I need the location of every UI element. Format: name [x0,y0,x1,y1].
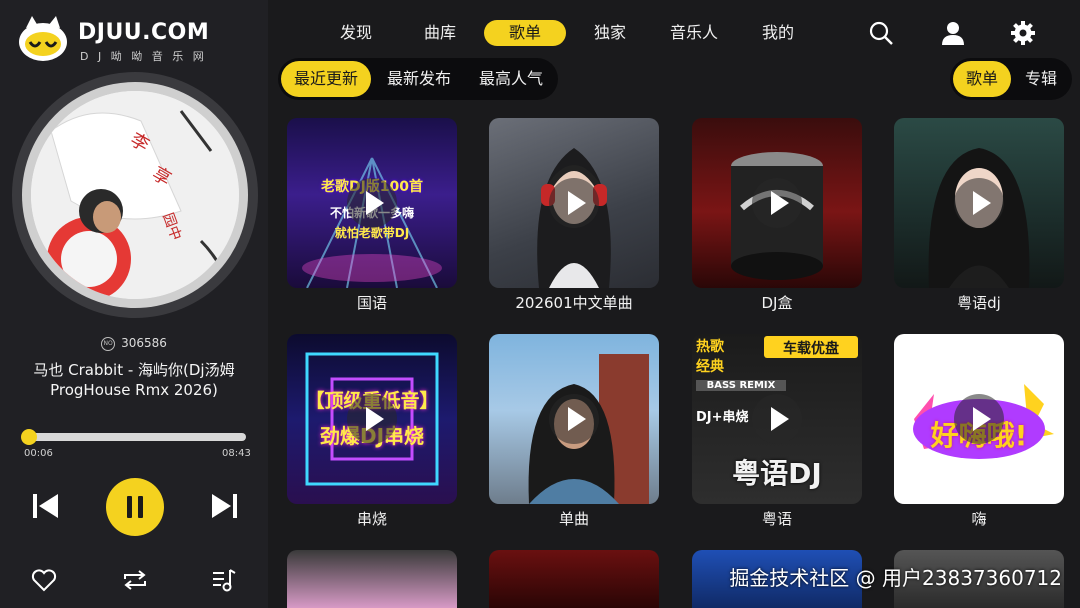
pause-button[interactable] [106,478,164,536]
playlist-title: 粤语 [761,510,792,528]
pause-icon [127,496,143,518]
playlist-cover [489,118,659,288]
album-cover: 李 享 园中 [31,91,239,299]
play-icon[interactable] [347,394,397,444]
repeat-icon[interactable] [120,566,150,594]
play-count-icon: NO [101,336,116,351]
playlist-cover-partial[interactable] [489,550,659,608]
disc-ring: 李 享 园中 [22,82,248,308]
watermark: 掘金技术社区 @ 用户2383736071​2 [729,566,1062,590]
playlist-cover: 老歌DJ版100首 不怕新歌一多嗨 就怕老歌带DJ [287,118,457,288]
playlist-cover: 热歌 经典 车载优盘 BASS REMIX DJ+串烧 粤语DJ [692,334,862,504]
brand-title: DJUU.COM [78,20,210,45]
album-disc[interactable]: 李 享 园中 [12,72,258,318]
nav-musicians[interactable]: 音乐人 [660,20,728,46]
playlist-title: 单曲 [558,510,589,528]
cover-text: 经典 [696,359,724,375]
playlist-title: 粤语dj [957,294,1001,312]
now-playing-title: 马也 Crabbit - 海屿你(Dj汤姆ProgHouse Rmx 2026) [33,361,235,399]
progress-knob[interactable] [20,429,37,445]
brand-subtitle: D J 呦 呦 音 乐 网 [80,50,207,63]
filter-playlist[interactable]: 歌单 [953,61,1011,97]
playlist-title: 202601中文单曲 [515,294,633,312]
playlist-icon[interactable] [210,566,238,594]
play-icon[interactable] [954,178,1004,228]
filter-album[interactable]: 专辑 [1012,61,1070,97]
nav-library[interactable]: 曲库 [410,20,470,46]
play-count: NO 306586 [0,336,268,351]
progress-bar[interactable] [20,429,246,445]
skip-next-icon[interactable] [206,488,242,524]
playlist-cover [894,118,1064,288]
cover-text: 热歌 [696,339,724,355]
play-icon[interactable] [752,394,802,444]
cover-text: 车载优盘 [783,341,839,357]
play-icon[interactable] [549,178,599,228]
play-icon[interactable] [752,178,802,228]
logo-mascot-icon [19,16,67,61]
playlist-cover: 【顶级重低音】 劲爆DJ串烧 [287,334,457,504]
play-icon[interactable] [549,394,599,444]
search-icon[interactable] [868,20,894,46]
filter-popular[interactable]: 最高人气 [467,61,555,97]
play-count-value: 306586 [121,336,167,350]
type-filter-group: 歌单 专辑 [950,58,1072,100]
album-cover-art: 李 享 园中 [31,91,239,299]
cover-text: 粤语DJ [732,457,822,490]
playlist-cover: 好嗨哦! [894,334,1064,504]
playlist-title: 国语 [356,294,387,312]
playlist-title: DJ盒 [761,294,793,312]
playlist-cover [489,334,659,504]
brand-logo[interactable]: DJUU.COM D J 呦 呦 音 乐 网 [16,12,216,63]
heart-icon[interactable] [30,566,58,594]
nav-playlists[interactable]: 歌单 [484,20,566,46]
playlist-title: 嗨 [971,510,987,528]
filter-recent[interactable]: 最近更新 [281,61,371,97]
duration-time: 08:43 [222,448,251,459]
play-icon[interactable] [347,178,397,228]
nav-discover[interactable]: 发现 [326,20,386,46]
playlist-cover [692,118,862,288]
nav-mine[interactable]: 我的 [748,20,808,46]
user-icon[interactable] [940,20,966,46]
cover-text: BASS REMIX [696,380,786,391]
playlist-title: 串烧 [356,510,387,528]
sort-filter-group: 最近更新 最新发布 最高人气 [278,58,558,100]
playlist-cover-partial[interactable] [287,550,457,608]
current-time: 00:06 [24,448,53,459]
play-icon[interactable] [954,394,1004,444]
nav-exclusive[interactable]: 独家 [580,20,640,46]
gear-icon[interactable] [1010,20,1036,46]
filter-newest[interactable]: 最新发布 [374,61,464,97]
player-panel: DJUU.COM D J 呦 呦 音 乐 网 李 享 园中 NO 306586 … [0,0,268,608]
skip-previous-icon[interactable] [28,488,64,524]
